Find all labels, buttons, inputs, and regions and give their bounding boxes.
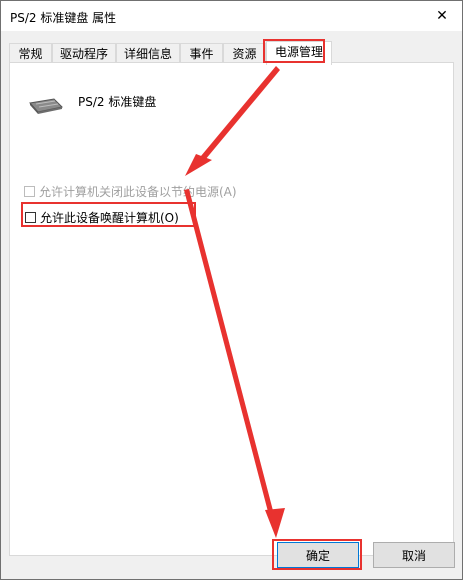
allow-power-off-checkbox <box>24 186 35 197</box>
device-name: PS/2 标准键盘 <box>78 95 157 109</box>
title-bar[interactable]: PS/2 标准键盘 属性 ✕ <box>1 1 462 31</box>
tab-events[interactable]: 事件 <box>180 43 223 63</box>
allow-power-off-label: 允许计算机关闭此设备以节约电源(A) <box>39 185 237 199</box>
tab-general[interactable]: 常规 <box>9 43 52 63</box>
tab-resources[interactable]: 资源 <box>223 43 266 63</box>
tab-power-management[interactable]: 电源管理 <box>266 41 332 65</box>
dialog-content: 常规 驱动程序 详细信息 事件 资源 电源管理 PS/2 标准键盘 允许计算机关… <box>1 31 462 579</box>
window-title: PS/2 标准键盘 属性 <box>10 11 117 25</box>
close-icon[interactable]: ✕ <box>422 1 462 31</box>
allow-wake-checkbox[interactable] <box>25 212 36 223</box>
allow-wake-option[interactable]: 允许此设备唤醒计算机(O) <box>25 209 179 226</box>
power-management-panel: PS/2 标准键盘 允许计算机关闭此设备以节约电源(A) 允许此设备唤醒计算机(… <box>9 62 454 556</box>
keyboard-icon <box>29 98 64 114</box>
allow-power-off-option: 允许计算机关闭此设备以节约电源(A) <box>24 183 237 200</box>
properties-window: PS/2 标准键盘 属性 ✕ 常规 驱动程序 详细信息 事件 资源 电源管理 P… <box>0 0 463 580</box>
tab-driver[interactable]: 驱动程序 <box>52 43 116 63</box>
cancel-button[interactable]: 取消 <box>373 542 455 568</box>
allow-wake-label[interactable]: 允许此设备唤醒计算机(O) <box>40 209 179 226</box>
tab-details[interactable]: 详细信息 <box>116 43 180 63</box>
ok-button[interactable]: 确定 <box>277 542 359 568</box>
